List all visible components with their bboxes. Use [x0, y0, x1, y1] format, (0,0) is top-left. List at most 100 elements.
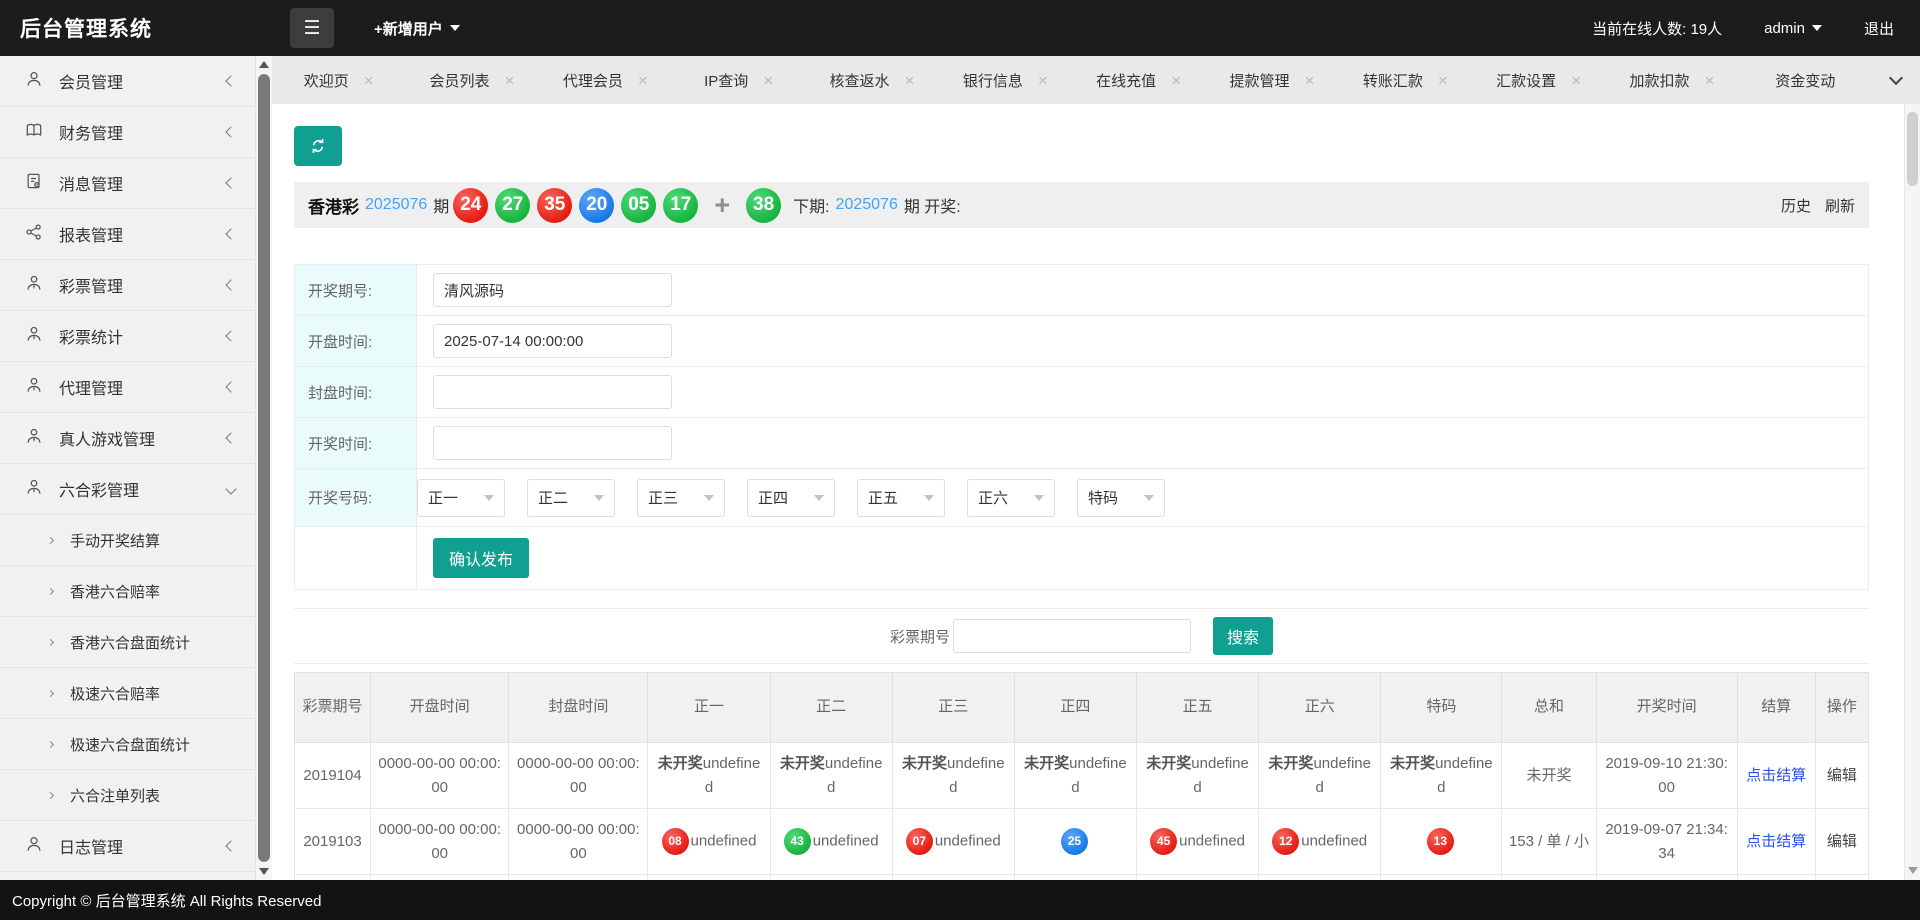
- tab-银行信息[interactable]: 银行信息×: [939, 70, 1072, 91]
- select-value: 特码: [1088, 487, 1118, 508]
- sidebar-subitem-香港六合盘面统计[interactable]: 香港六合盘面统计: [0, 617, 255, 668]
- history-link[interactable]: 历史: [1781, 195, 1811, 216]
- hamburger-icon: ☰: [303, 17, 320, 40]
- tab-close-icon[interactable]: ×: [763, 72, 773, 89]
- sidebar-item-会员管理[interactable]: 会员管理: [0, 56, 255, 107]
- tab-会员列表[interactable]: 会员列表×: [405, 70, 538, 91]
- table-cell: 25: [1014, 809, 1136, 875]
- select-正二[interactable]: 正二: [527, 479, 615, 517]
- admin-dropdown[interactable]: admin: [1764, 20, 1822, 37]
- sidebar-item-label: 真人游戏管理: [59, 426, 155, 450]
- content-scrollbar[interactable]: [1904, 104, 1920, 880]
- sidebar-scrollbar-thumb[interactable]: [258, 74, 270, 862]
- form-row: 开奖时间:: [295, 418, 1868, 469]
- tab-close-icon[interactable]: ×: [1305, 72, 1315, 89]
- tab-在线充值[interactable]: 在线充值×: [1072, 70, 1205, 91]
- tab-label: 资金变动: [1775, 70, 1835, 91]
- search-button[interactable]: 搜索: [1213, 617, 1273, 655]
- lottery-issue-link[interactable]: 2025076: [365, 196, 427, 214]
- tab-转账汇款[interactable]: 转账汇款×: [1339, 70, 1472, 91]
- sidebar-item-真人游戏管理[interactable]: 真人游戏管理: [0, 413, 255, 464]
- select-正五[interactable]: 正五: [857, 479, 945, 517]
- column-header-彩票期号: 彩票期号: [295, 673, 371, 743]
- admin-app: 后台管理系统 ☰ +新增用户 当前在线人数: 19人 admin 退出 会员管理…: [0, 0, 1920, 920]
- table-row: 20191030000-00-00 00:00:000000-00-00 00:…: [295, 809, 1869, 875]
- edit-link[interactable]: 编辑: [1827, 833, 1857, 850]
- form-input-封盘时间:[interactable]: [433, 375, 672, 409]
- content-scrollbar-thumb[interactable]: [1907, 112, 1918, 186]
- tab-label: 提款管理: [1229, 70, 1289, 91]
- refresh-button[interactable]: [294, 126, 342, 166]
- chevron-down-icon: [450, 25, 460, 31]
- sidebar-item-消息管理[interactable]: 消息管理: [0, 158, 255, 209]
- logout-button[interactable]: 退出: [1864, 18, 1894, 39]
- settle-link[interactable]: 点击结算: [1746, 767, 1806, 784]
- chevron-down-icon: [814, 495, 824, 501]
- tab-资金变动[interactable]: 资金变动: [1739, 70, 1872, 91]
- sidebar-subitem-手动开奖结算[interactable]: 手动开奖结算: [0, 515, 255, 566]
- tab-汇款设置[interactable]: 汇款设置×: [1472, 70, 1605, 91]
- tab-代理会员[interactable]: 代理会员×: [539, 70, 672, 91]
- sidebar-subitem-极速六合赔率[interactable]: 极速六合赔率: [0, 668, 255, 719]
- tab-close-icon[interactable]: ×: [638, 72, 648, 89]
- table-cell: 未开奖undefined: [1137, 743, 1259, 809]
- refresh-link[interactable]: 刷新: [1825, 195, 1855, 216]
- sidebar-subitem-香港六合赔率[interactable]: 香港六合赔率: [0, 566, 255, 617]
- chevron-right-icon: [47, 638, 54, 645]
- scroll-up-arrow-icon[interactable]: [259, 61, 269, 68]
- tab-提款管理[interactable]: 提款管理 ×: [1205, 70, 1338, 91]
- table-cell: 0000-00-00 00:00:00: [371, 743, 509, 809]
- select-正四[interactable]: 正四: [747, 479, 835, 517]
- sidebar-item-六合彩管理[interactable]: 六合彩管理: [0, 464, 255, 515]
- sidebar-item-彩票统计[interactable]: 彩票统计: [0, 311, 255, 362]
- chevron-right-icon: [47, 536, 54, 543]
- tab-核查返水[interactable]: 核查返水×: [805, 70, 938, 91]
- tab-close-icon[interactable]: ×: [1438, 72, 1448, 89]
- lottery-ball: 24: [453, 188, 488, 223]
- tabs-overflow-button[interactable]: [1872, 56, 1920, 104]
- sidebar-item-代理管理[interactable]: 代理管理: [0, 362, 255, 413]
- tab-close-icon[interactable]: ×: [364, 72, 374, 89]
- tab-close-icon[interactable]: ×: [1171, 72, 1181, 89]
- select-正三[interactable]: 正三: [637, 479, 725, 517]
- table-cell: 0000-00-00 00:00:00: [509, 809, 648, 875]
- sidebar-subitem-六合注单列表[interactable]: 六合注单列表: [0, 770, 255, 821]
- sidebar-item-label: 代理管理: [59, 375, 123, 399]
- scroll-down-arrow-icon[interactable]: [259, 868, 269, 875]
- sidebar-item-日志管理[interactable]: 日志管理: [0, 821, 255, 872]
- tab-close-icon[interactable]: ×: [1571, 72, 1581, 89]
- form-input-开奖时间:[interactable]: [433, 426, 672, 460]
- footer-bar: Copyright © 后台管理系统 All Rights Reserved: [0, 880, 1920, 920]
- sidebar-scrollbar[interactable]: [255, 56, 272, 880]
- sidebar-item-彩票管理[interactable]: 彩票管理: [0, 260, 255, 311]
- sidebar-subitem-label: 香港六合盘面统计: [70, 632, 190, 653]
- scroll-down-arrow-icon[interactable]: [1908, 867, 1918, 874]
- tab-加款扣款[interactable]: 加款扣款×: [1605, 70, 1738, 91]
- add-user-dropdown[interactable]: +新增用户: [374, 18, 460, 39]
- sidebar-subitem-极速六合盘面统计[interactable]: 极速六合盘面统计: [0, 719, 255, 770]
- confirm-publish-button[interactable]: 确认发布: [433, 538, 529, 578]
- tab-IP查询[interactable]: IP查询 ×: [672, 70, 805, 91]
- settle-link[interactable]: 点击结算: [1746, 833, 1806, 850]
- tab-close-icon[interactable]: ×: [505, 72, 515, 89]
- form-input-开盘时间:[interactable]: [433, 324, 672, 358]
- tab-close-icon[interactable]: ×: [905, 72, 915, 89]
- next-issue-link[interactable]: 2025076: [836, 196, 898, 214]
- tab-label: IP查询: [704, 70, 748, 91]
- table-cell: 未开奖undefined: [1381, 743, 1502, 809]
- sidebar-item-报表管理[interactable]: 报表管理: [0, 209, 255, 260]
- column-header-总和: 总和: [1502, 673, 1596, 743]
- search-input[interactable]: [953, 619, 1191, 653]
- select-正六[interactable]: 正六: [967, 479, 1055, 517]
- tab-close-icon[interactable]: ×: [1038, 72, 1048, 89]
- select-正一[interactable]: 正一: [417, 479, 505, 517]
- hamburger-menu-button[interactable]: ☰: [290, 8, 334, 48]
- tab-欢迎页[interactable]: 欢迎页×: [272, 70, 405, 91]
- select-特码[interactable]: 特码: [1077, 479, 1165, 517]
- form-input-开奖期号:[interactable]: [433, 273, 672, 307]
- tab-close-icon[interactable]: ×: [1704, 72, 1714, 89]
- edit-link[interactable]: 编辑: [1827, 767, 1857, 784]
- sidebar-item-label: 六合彩管理: [59, 477, 139, 501]
- sidebar-item-财务管理[interactable]: 财务管理: [0, 107, 255, 158]
- table-cell: 43undefined: [770, 809, 892, 875]
